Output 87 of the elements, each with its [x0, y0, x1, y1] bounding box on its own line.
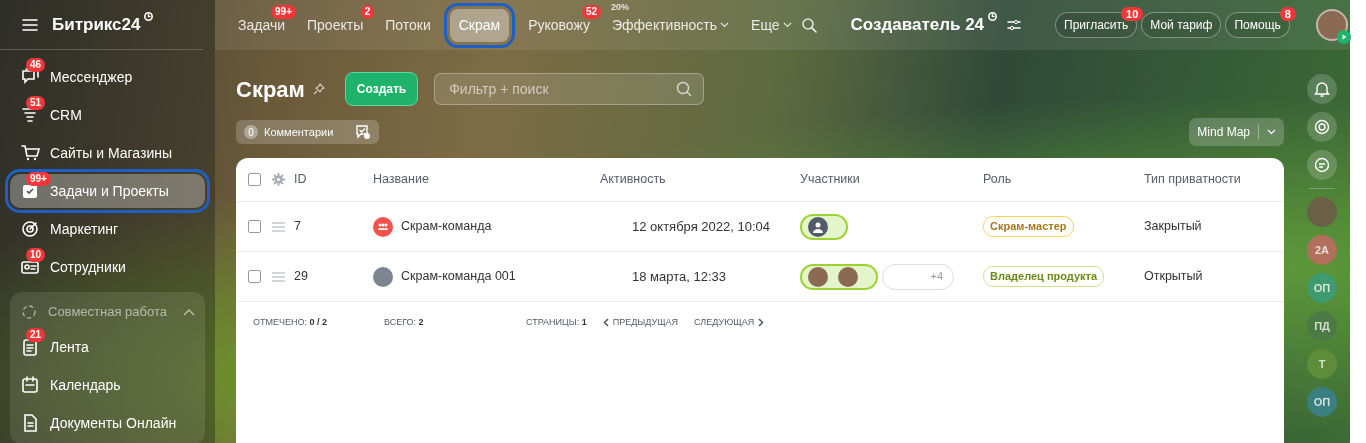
cart-icon — [20, 143, 40, 163]
user-photo — [808, 266, 828, 287]
chevron-right-icon — [758, 318, 765, 328]
scrollbar[interactable] — [1350, 0, 1366, 443]
footer-stat: ОТМЕЧЕНО: 0 / 2 — [253, 316, 329, 329]
notification-badge: 51 — [26, 96, 46, 110]
logo-text: Битрикс24 — [52, 13, 141, 36]
table-cell-text: 7 — [294, 218, 302, 236]
chat-button[interactable] — [1307, 150, 1337, 180]
notification-badge: 10 — [26, 248, 46, 262]
table-cell-text: Открытый — [1144, 268, 1204, 286]
table-cell-text: 18 марта, 12:33 — [631, 267, 727, 286]
group-name-link[interactable]: Скрам-команда — [401, 217, 492, 236]
row-checkbox[interactable] — [248, 270, 261, 283]
user-avatar — [808, 216, 828, 237]
members-group[interactable] — [800, 213, 848, 240]
clock-icon — [144, 11, 154, 21]
bell-icon — [1313, 80, 1331, 98]
chevron-left-icon — [602, 318, 609, 328]
table-cell-text: 29 — [294, 268, 309, 286]
column-header[interactable]: Роль — [983, 170, 1144, 189]
sidebar-item[interactable]: Документы Онлайн — [10, 406, 200, 440]
role-tag: Скрам-мастер — [983, 216, 1074, 237]
nav-tab[interactable]: Еще — [742, 8, 801, 42]
drag-handle-icon[interactable] — [272, 271, 285, 282]
column-header[interactable]: Тип приватности — [1144, 170, 1284, 189]
notification-badge: 10 — [1121, 7, 1144, 21]
comment-check-icon — [355, 124, 372, 140]
chevron-up-icon — [183, 308, 195, 316]
search-icon[interactable] — [800, 17, 817, 33]
column-header[interactable]: Участники — [800, 170, 983, 189]
notification-badge: 52 — [581, 4, 601, 19]
play-icon[interactable] — [1336, 30, 1351, 44]
role-tag: Владелец продукта — [983, 266, 1105, 287]
notification-badge: 99+ — [26, 172, 51, 186]
percent-label: 20% — [611, 0, 630, 14]
sidebar-item[interactable]: Лента 21 — [10, 330, 200, 364]
notification-badge: 8 — [1279, 7, 1296, 21]
search-icon[interactable] — [676, 81, 693, 97]
header-button[interactable]: Мой тариф — [1141, 12, 1222, 38]
view-switch-button[interactable]: Mind Map — [1189, 118, 1284, 146]
user-initials-avatar[interactable]: ОП — [1307, 387, 1337, 417]
sidebar-item[interactable]: Сайты и Магазины — [10, 136, 205, 170]
clock-icon — [988, 12, 998, 22]
notification-badge: 21 — [26, 328, 46, 342]
settings-icon[interactable] — [272, 173, 285, 186]
sidebar-item[interactable]: Календарь — [10, 368, 200, 402]
menu-icon[interactable] — [22, 18, 38, 31]
previous-page-link[interactable]: ПРЕДЫДУЩАЯ — [602, 316, 679, 330]
comments-button[interactable]: 0 Комментарии — [236, 119, 380, 145]
sidebar-item[interactable]: Сотрудники 10 — [10, 250, 205, 284]
bell-button[interactable] — [1307, 74, 1337, 104]
notification-badge: 2 — [360, 4, 375, 19]
members-group[interactable] — [800, 263, 878, 290]
column-header[interactable]: Активность — [600, 170, 800, 189]
count-badge: 0 — [244, 125, 258, 139]
footer-stat: СТРАНИЦЫ: 1 — [526, 316, 587, 329]
group-header[interactable]: Совместная работа — [10, 298, 205, 326]
table-cell-text: 12 октября 2022, 10:04 — [631, 217, 771, 236]
select-all-checkbox[interactable] — [248, 173, 261, 186]
nav-tab[interactable]: Потоки — [376, 8, 440, 42]
avatar-circle[interactable] — [1315, 9, 1348, 41]
drag-handle-icon[interactable] — [272, 221, 285, 232]
target-icon — [20, 219, 40, 239]
page-title: Скрам — [236, 75, 305, 104]
column-header[interactable]: ID — [294, 170, 373, 189]
group-name-link[interactable]: Скрам-команда 001 — [401, 267, 516, 286]
sidebar-item[interactable]: CRM 51 — [10, 98, 205, 132]
chat-icon — [1313, 156, 1331, 174]
pin-icon[interactable] — [312, 83, 325, 95]
row-checkbox[interactable] — [248, 220, 261, 233]
user-initials-avatar[interactable]: ПД — [1307, 311, 1337, 341]
next-page-link[interactable]: СЛЕДУЮЩАЯ — [694, 316, 765, 330]
calendar-icon — [20, 375, 40, 395]
chevron-down-icon — [1267, 129, 1276, 135]
sidebar-item[interactable]: Мессенджер 46 — [10, 60, 205, 94]
table-cell-text: Закрытый — [1144, 218, 1203, 236]
chat-icon — [20, 67, 40, 87]
feed-icon — [20, 337, 40, 357]
column-header[interactable]: Название — [373, 170, 600, 189]
user-photo — [838, 266, 858, 287]
sliders-icon[interactable] — [1007, 19, 1022, 31]
notification-badge: 99+ — [271, 4, 296, 19]
footer-stat: ВСЕГО: 2 — [384, 316, 425, 329]
notification-badge: 46 — [26, 58, 46, 72]
sidebar-item[interactable]: Маркетинг — [10, 212, 205, 246]
portal-name: Создаватель 24 — [850, 14, 985, 37]
